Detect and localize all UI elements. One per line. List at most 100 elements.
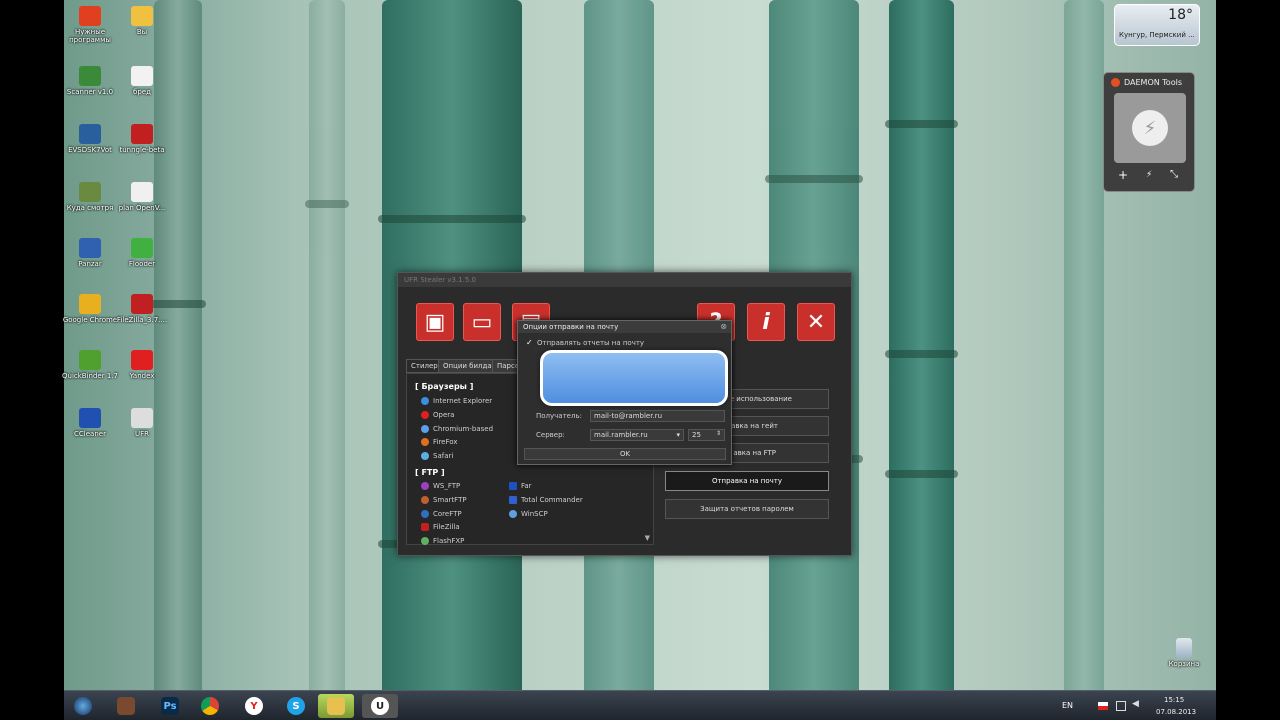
taskbar-app-yandex[interactable]: Y [236, 694, 272, 718]
daemon-logo-icon [1111, 78, 1120, 87]
language-indicator[interactable]: EN [1062, 701, 1073, 710]
daemon-tools-gadget[interactable]: DAEMON Tools ⚡ + ⚡ ⤡ [1103, 72, 1195, 192]
desktop-icon[interactable]: FileZilla_3.7.... [110, 294, 174, 324]
app-icon [131, 238, 153, 258]
file-icon [131, 182, 153, 202]
tab-build-options[interactable]: Опции билда [438, 359, 497, 373]
daemon-title: DAEMON Tools [1124, 78, 1182, 87]
winscp-icon [509, 510, 517, 518]
ccleaner-icon [79, 408, 101, 428]
desktop-icon[interactable]: Flooder [110, 238, 174, 268]
app-icon [79, 124, 101, 144]
taskbar: Ps Y S U EN ◀ 15:15 07.08.2013 [64, 690, 1216, 720]
desktop-icon[interactable]: Yandex [110, 350, 174, 380]
opera-icon [421, 411, 429, 419]
app-icon [79, 238, 101, 258]
app-icon [79, 66, 101, 86]
taskbar-app-ufr[interactable]: U [362, 694, 398, 718]
network-icon[interactable] [1116, 701, 1126, 711]
blue-overlay-box [540, 350, 728, 406]
daemon-disc-icon[interactable]: ⚡ [1114, 93, 1186, 163]
chevron-down-icon: ▾ [676, 431, 680, 439]
taskbar-app-folder[interactable] [318, 694, 354, 718]
daemon-collapse-icon[interactable]: ⤡ [1170, 169, 1178, 180]
wsftp-icon [421, 482, 429, 490]
filezilla-icon [421, 523, 429, 531]
list-item[interactable]: Total Commander [509, 496, 583, 504]
chrome-icon [79, 294, 101, 314]
firefox-icon [421, 438, 429, 446]
close-button[interactable]: ✕ [797, 303, 835, 341]
password-protect-button[interactable]: Защита отчетов паролем [665, 499, 829, 519]
desktop-icon[interactable]: plan OpenV... [110, 182, 174, 212]
weather-temp: 18° [1168, 7, 1193, 23]
server-value: mail.rambler.ru [594, 431, 648, 439]
taskbar-app-skype[interactable]: S [278, 694, 314, 718]
time[interactable]: 15:15 [1164, 696, 1184, 704]
ok-button[interactable]: OK [524, 448, 726, 460]
windows-orb-icon [74, 697, 92, 715]
dialog-close-icon[interactable]: ⊗ [720, 322, 727, 331]
ftp-header: [ FTP ] [415, 468, 445, 477]
desktop-icon[interactable]: бред [110, 66, 174, 96]
server-select[interactable]: mail.rambler.ru ▾ [590, 429, 684, 441]
recipient-input[interactable]: mail-to@rambler.ru [590, 410, 725, 422]
filezilla-icon [131, 294, 153, 314]
image-icon [79, 182, 101, 202]
list-item[interactable]: Far [509, 482, 532, 490]
app-icon [79, 6, 101, 26]
daemon-add-icon[interactable]: + [1118, 168, 1128, 182]
taskbar-app-game[interactable] [108, 694, 144, 718]
start-button[interactable] [68, 694, 98, 718]
far-icon [509, 482, 517, 490]
ufr-icon [131, 408, 153, 428]
yandex-icon [131, 350, 153, 370]
list-item[interactable]: CoreFTP [421, 510, 462, 518]
send-to-mail-button[interactable]: Отправка на почту [665, 471, 829, 491]
desktop-icon[interactable]: Вы [110, 6, 174, 36]
game-icon [117, 697, 135, 715]
smartftp-icon [421, 496, 429, 504]
date[interactable]: 07.08.2013 [1156, 708, 1196, 716]
list-item[interactable]: Opera [421, 411, 454, 419]
ie-icon [421, 397, 429, 405]
browsers-header: [ Браузеры ] [415, 382, 474, 391]
list-item[interactable]: WinSCP [509, 510, 548, 518]
list-item[interactable]: FlashFXP [421, 537, 464, 545]
recycle-bin[interactable]: Корзина [1152, 638, 1216, 668]
dialog-title: Опции отправки на почту [518, 321, 731, 333]
yandex-icon: Y [245, 697, 263, 715]
ufr-icon: U [371, 697, 389, 715]
weather-gadget[interactable]: 18° Кунгур, Пермский ... [1114, 4, 1200, 46]
list-item[interactable]: Chromium-based [421, 425, 493, 433]
daemon-mount-icon[interactable]: ⚡ [1146, 170, 1152, 180]
app-icon [131, 124, 153, 144]
info-button[interactable]: i [747, 303, 785, 341]
chrome-icon [201, 697, 219, 715]
recipient-label: Получатель: [536, 412, 582, 420]
list-item[interactable]: SmartFTP [421, 496, 467, 504]
taskbar-app-photoshop[interactable]: Ps [152, 694, 188, 718]
list-item[interactable]: Safari [421, 452, 453, 460]
server-label: Сервер: [536, 431, 565, 439]
list-item[interactable]: FileZilla [421, 523, 460, 531]
port-value: 25 [692, 431, 701, 439]
desktop-icon[interactable]: UFR [110, 408, 174, 438]
list-item[interactable]: WS_FTP [421, 482, 460, 490]
list-item[interactable]: FireFox [421, 438, 457, 446]
desktop-icon[interactable]: tunngle-beta [110, 124, 174, 154]
flashfxp-icon [421, 537, 429, 545]
send-reports-checkbox[interactable]: ✓ [526, 338, 533, 347]
checkbox-label: Отправлять отчеты на почту [537, 339, 645, 347]
port-stepper[interactable]: 25 ⇕ [688, 429, 725, 441]
list-item[interactable]: Internet Explorer [421, 397, 492, 405]
folder-icon [131, 6, 153, 26]
scroll-down-arrow-icon[interactable]: ▼ [645, 534, 650, 542]
taskbar-app-chrome[interactable] [192, 694, 228, 718]
volume-icon[interactable]: ◀ [1132, 699, 1139, 709]
stepper-arrows-icon: ⇕ [715, 430, 721, 437]
flag-icon[interactable] [1098, 702, 1108, 710]
total-commander-icon [509, 496, 517, 504]
build-button[interactable]: ▣ [416, 303, 454, 341]
open-folder-button[interactable]: ▭ [463, 303, 501, 341]
